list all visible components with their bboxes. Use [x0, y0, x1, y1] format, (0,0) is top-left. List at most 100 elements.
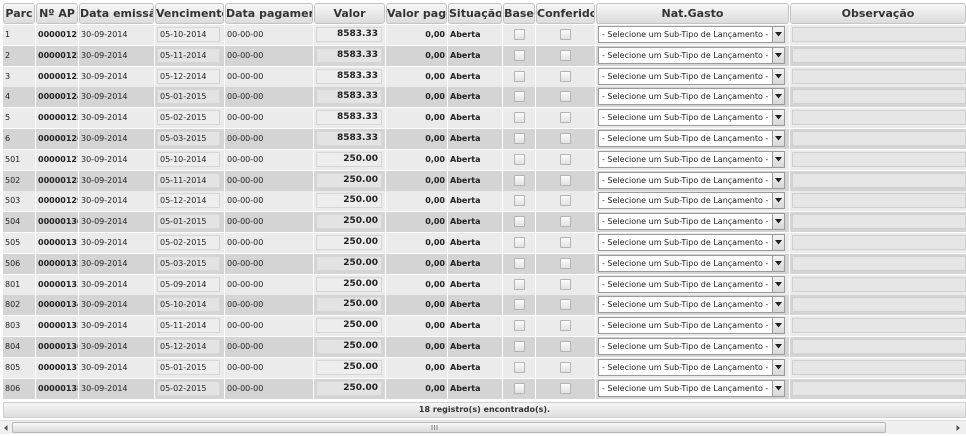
vencimento-input[interactable]: 05-10-2014 — [157, 27, 220, 42]
scrollbar-thumb[interactable] — [12, 422, 886, 433]
vencimento-input[interactable]: 05-10-2014 — [157, 151, 220, 167]
nat-gasto-select[interactable]: - Selecione um Sub-Tipo de Lançamento - — [598, 317, 785, 335]
base-checkbox[interactable] — [514, 341, 525, 352]
dropdown-button[interactable] — [772, 27, 784, 42]
dropdown-button[interactable] — [772, 172, 784, 188]
conferido-checkbox[interactable] — [560, 195, 571, 207]
nat-gasto-select[interactable]: - Selecione um Sub-Tipo de Lançamento - — [598, 254, 785, 272]
observacao-input[interactable] — [792, 380, 966, 396]
conferido-checkbox[interactable] — [560, 237, 571, 248]
conferido-checkbox[interactable] — [560, 133, 571, 144]
valor-input[interactable]: 250.00 — [316, 151, 382, 167]
vencimento-input[interactable]: 05-02-2015 — [157, 380, 220, 396]
dropdown-button[interactable] — [772, 380, 784, 396]
base-checkbox[interactable] — [514, 382, 525, 394]
header-valor[interactable]: Valor — [314, 3, 385, 24]
vencimento-input[interactable]: 05-11-2014 — [157, 318, 220, 334]
valor-input[interactable]: 250.00 — [316, 297, 382, 313]
observacao-input[interactable] — [792, 151, 966, 167]
base-checkbox[interactable] — [514, 49, 525, 61]
valor-input[interactable]: 8583.33 — [316, 131, 382, 146]
nat-gasto-select[interactable]: - Selecione um Sub-Tipo de Lançamento - — [598, 130, 785, 147]
nat-gasto-select[interactable]: - Selecione um Sub-Tipo de Lançamento - — [598, 358, 785, 376]
conferido-checkbox[interactable] — [560, 216, 571, 228]
valor-input[interactable]: 250.00 — [316, 172, 382, 188]
valor-input[interactable]: 250.00 — [316, 276, 382, 292]
horizontal-scrollbar[interactable] — [0, 420, 966, 434]
nat-gasto-select[interactable]: - Selecione um Sub-Tipo de Lançamento - — [598, 88, 785, 106]
vencimento-input[interactable]: 05-03-2015 — [157, 131, 220, 146]
conferido-checkbox[interactable] — [560, 112, 571, 124]
dropdown-button[interactable] — [772, 151, 784, 167]
dropdown-button[interactable] — [772, 89, 784, 105]
dropdown-button[interactable] — [772, 255, 784, 271]
vencimento-input[interactable]: 05-02-2015 — [157, 235, 220, 250]
conferido-checkbox[interactable] — [560, 70, 571, 82]
observacao-input[interactable] — [792, 235, 966, 250]
nat-gasto-select[interactable]: - Selecione um Sub-Tipo de Lançamento - — [598, 275, 785, 293]
observacao-input[interactable] — [792, 297, 966, 313]
vencimento-input[interactable]: 05-12-2014 — [157, 193, 220, 209]
base-checkbox[interactable] — [514, 195, 525, 207]
observacao-input[interactable] — [792, 339, 966, 354]
nat-gasto-select[interactable]: - Selecione um Sub-Tipo de Lançamento - — [598, 109, 785, 127]
base-checkbox[interactable] — [514, 299, 525, 311]
conferido-checkbox[interactable] — [560, 174, 571, 186]
nat-gasto-select[interactable]: - Selecione um Sub-Tipo de Lançamento - — [598, 234, 785, 251]
base-checkbox[interactable] — [514, 361, 525, 373]
vencimento-input[interactable]: 05-12-2014 — [157, 68, 220, 84]
header-parc[interactable]: Parc — [3, 3, 35, 24]
base-checkbox[interactable] — [514, 133, 525, 144]
observacao-input[interactable] — [792, 255, 966, 271]
observacao-input[interactable] — [792, 193, 966, 209]
scroll-right-arrow-icon[interactable] — [953, 423, 963, 433]
dropdown-button[interactable] — [772, 214, 784, 230]
conferido-checkbox[interactable] — [560, 341, 571, 352]
nat-gasto-select[interactable]: - Selecione um Sub-Tipo de Lançamento - — [598, 296, 785, 314]
dropdown-button[interactable] — [772, 276, 784, 292]
base-checkbox[interactable] — [514, 320, 525, 332]
nat-gasto-select[interactable]: - Selecione um Sub-Tipo de Lançamento - — [598, 67, 785, 85]
header-situacao[interactable]: Situação — [448, 3, 502, 24]
observacao-input[interactable] — [792, 359, 966, 375]
observacao-input[interactable] — [792, 318, 966, 334]
valor-input[interactable]: 250.00 — [316, 359, 382, 375]
valor-input[interactable]: 250.00 — [316, 193, 382, 209]
valor-input[interactable]: 8583.33 — [316, 27, 382, 42]
observacao-input[interactable] — [792, 110, 966, 126]
observacao-input[interactable] — [792, 27, 966, 42]
nat-gasto-select[interactable]: - Selecione um Sub-Tipo de Lançamento - — [598, 26, 785, 43]
conferido-checkbox[interactable] — [560, 278, 571, 290]
dropdown-button[interactable] — [772, 235, 784, 250]
conferido-checkbox[interactable] — [560, 320, 571, 332]
observacao-input[interactable] — [792, 276, 966, 292]
conferido-checkbox[interactable] — [560, 257, 571, 269]
observacao-input[interactable] — [792, 89, 966, 105]
vencimento-input[interactable]: 05-09-2014 — [157, 276, 220, 292]
vencimento-input[interactable]: 05-02-2015 — [157, 110, 220, 126]
dropdown-button[interactable] — [772, 318, 784, 334]
nat-gasto-select[interactable]: - Selecione um Sub-Tipo de Lançamento - — [598, 379, 785, 397]
header-nat-gasto[interactable]: Nat.Gasto — [596, 3, 789, 24]
conferido-checkbox[interactable] — [560, 361, 571, 373]
base-checkbox[interactable] — [514, 278, 525, 290]
header-pagamento[interactable]: Data pagamento — [225, 3, 313, 24]
base-checkbox[interactable] — [514, 153, 525, 165]
header-base[interactable]: Base — [503, 3, 535, 24]
valor-input[interactable]: 8583.33 — [316, 89, 382, 105]
observacao-input[interactable] — [792, 131, 966, 146]
vencimento-input[interactable]: 05-01-2015 — [157, 214, 220, 230]
vencimento-input[interactable]: 05-03-2015 — [157, 255, 220, 271]
base-checkbox[interactable] — [514, 70, 525, 82]
scroll-left-arrow-icon[interactable] — [1, 423, 11, 433]
valor-input[interactable]: 250.00 — [316, 235, 382, 250]
base-checkbox[interactable] — [514, 112, 525, 124]
nat-gasto-select[interactable]: - Selecione um Sub-Tipo de Lançamento - — [598, 338, 785, 355]
valor-input[interactable]: 8583.33 — [316, 110, 382, 126]
conferido-checkbox[interactable] — [560, 91, 571, 103]
dropdown-button[interactable] — [772, 110, 784, 126]
valor-input[interactable]: 250.00 — [316, 214, 382, 230]
nat-gasto-select[interactable]: - Selecione um Sub-Tipo de Lançamento - — [598, 150, 785, 168]
header-observacao[interactable]: Observação — [790, 3, 966, 24]
observacao-input[interactable] — [792, 214, 966, 230]
